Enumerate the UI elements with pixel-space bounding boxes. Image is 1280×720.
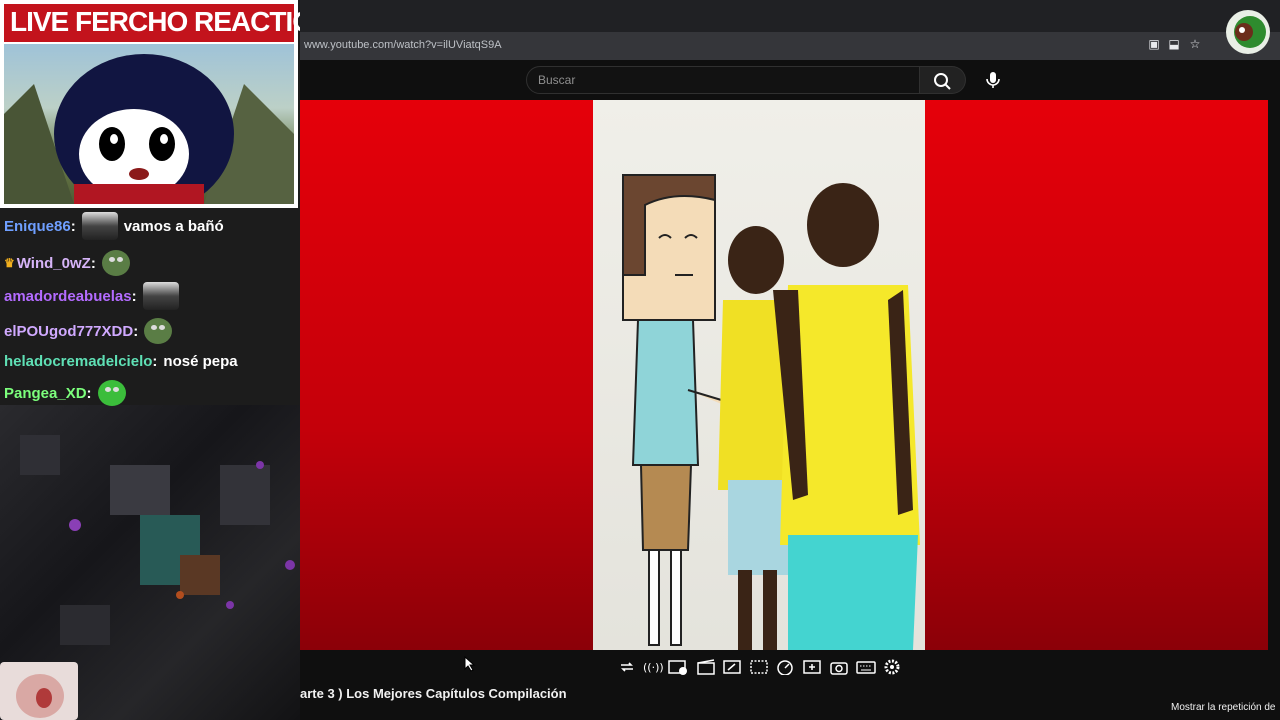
resize-icon[interactable]	[723, 659, 741, 675]
microphone-icon	[986, 72, 1000, 88]
chat-message: Pangea_XD:	[4, 380, 126, 406]
install-icon[interactable]: ▣	[1147, 37, 1161, 51]
chat-text: vamos a bañó	[123, 217, 224, 235]
mouse-cursor-icon	[464, 655, 476, 677]
search-button[interactable]	[920, 66, 966, 94]
car-emote	[81, 212, 118, 240]
pepe-emote	[144, 318, 173, 344]
chat-separator: :	[152, 353, 158, 370]
chat-separator: :	[90, 254, 96, 272]
overlay-avatar-scene	[4, 44, 294, 204]
search-icon	[934, 73, 951, 90]
subtitles-icon[interactable]	[750, 659, 768, 675]
chat-separator: :	[86, 384, 92, 402]
add-icon[interactable]	[803, 659, 821, 675]
chat-message: Enique86: vamos a bañó	[4, 212, 224, 240]
crown-icon: ♛	[4, 256, 15, 270]
chat-username: heladocremadelcielo	[4, 353, 153, 370]
picture-icon[interactable]	[668, 659, 687, 675]
voice-search-button[interactable]	[978, 66, 1008, 94]
bookmark-star-icon[interactable]: ☆	[1188, 37, 1202, 51]
chat-username: amadordeabuelas	[4, 287, 132, 305]
speed-icon[interactable]	[776, 659, 794, 676]
profile-avatar[interactable]	[1226, 10, 1270, 54]
show-replay-link[interactable]: Mostrar la repetición de	[1171, 702, 1276, 713]
chat-message: heladocremadelcielo: nosé pepa	[4, 353, 238, 370]
browser-tabstrip	[300, 0, 1280, 32]
chat-separator: :	[70, 217, 76, 235]
settings-icon[interactable]	[883, 659, 901, 675]
url-text[interactable]: www.youtube.com/watch?v=ilUViatqS9A	[304, 39, 502, 51]
search-input[interactable]	[526, 66, 920, 94]
search-placeholder: Buscar	[538, 73, 576, 87]
camera-icon[interactable]	[830, 659, 848, 675]
repeat-icon[interactable]	[618, 659, 636, 675]
video-title[interactable]: arte 3 ) Los Mejores Capítulos Compilaci…	[300, 686, 567, 701]
video-content	[593, 100, 925, 650]
chat-message: elPOUgod777XDD:	[4, 318, 173, 344]
pepe-love-emote	[97, 380, 126, 406]
chat-separator: :	[133, 322, 139, 340]
car-emote	[142, 282, 179, 310]
chat-message: ♛ Wind_0wZ:	[4, 250, 130, 276]
webcam-thumbnail	[0, 662, 78, 720]
chat-username: Enique86	[4, 217, 71, 235]
chat-username: Wind_0wZ	[16, 254, 91, 272]
clapper-icon[interactable]	[697, 659, 715, 675]
svg-text:((·)): ((·))	[643, 661, 663, 674]
chat-separator: :	[131, 287, 137, 305]
keyboard-icon[interactable]	[856, 659, 876, 675]
pepe-emote	[101, 250, 130, 276]
overlay-title: LIVE FERCHO REACTION	[10, 6, 333, 37]
chat-message: amadordeabuelas:	[4, 282, 179, 310]
chat-username: Pangea_XD	[4, 384, 87, 402]
chat-username: elPOUgod777XDD	[4, 322, 134, 340]
chat-text: nosé pepa	[163, 353, 238, 370]
surround-icon[interactable]: ((·))	[643, 659, 664, 675]
download-icon[interactable]: ⬓	[1167, 37, 1181, 51]
